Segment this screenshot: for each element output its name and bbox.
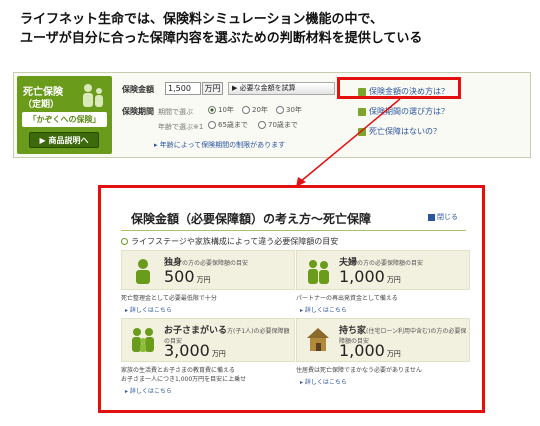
modal-subtitle: ライフステージや家族構成によって違う必要保障額の目安 xyxy=(121,236,338,247)
details-link[interactable]: ▸ 詳しくはこちら xyxy=(300,305,347,314)
amount-value: 500 xyxy=(164,267,195,286)
modal-title: 保険金額（必要保障額）の考え方〜死亡保障 xyxy=(131,212,372,226)
amount-guide-modal: 保険金額（必要保障額）の考え方〜死亡保障 閉じる ライフステージや家族構成によっ… xyxy=(98,185,485,413)
details-link[interactable]: ▸ 詳しくはこちら xyxy=(125,305,172,314)
card-description: 家族の生活費とお子さまの教育費に備えるお子さま一人につき1,000万円を目安に上… xyxy=(121,366,246,384)
card-amount: 1,000 万円 xyxy=(339,267,401,286)
card-heading-rest: の方の必要保障額の目安 xyxy=(182,260,249,267)
amount-unit: 万円 xyxy=(211,350,226,358)
close-button[interactable]: 閉じる xyxy=(428,212,458,222)
card-description: 死亡整理金として必要最低限で十分 xyxy=(121,295,217,302)
amount-unit: 万円 xyxy=(196,276,211,284)
card-heading-rest: の方の必要保障額の目安 xyxy=(357,260,424,267)
card-with-children: お子さまがいる方(子1人)の必要保障額の目安 3,000 万円 xyxy=(121,318,295,362)
card-couple: 夫婦の方の必要保障額の目安 1,000 万円 xyxy=(296,250,470,290)
close-icon xyxy=(428,213,435,221)
amount-value: 1,000 xyxy=(339,341,385,360)
amount-value: 3,000 xyxy=(164,341,210,360)
circle-icon xyxy=(121,238,128,245)
details-link[interactable]: ▸ 詳しくはこちら xyxy=(125,386,172,395)
house-icon xyxy=(307,328,329,351)
amount-value: 1,000 xyxy=(339,267,385,286)
card-single: 独身の方の必要保障額の目安 500 万円 xyxy=(121,250,295,290)
details-link[interactable]: ▸ 詳しくはこちら xyxy=(300,377,347,386)
card-amount: 500 万円 xyxy=(164,267,211,286)
card-heading-strong: お子さまがいる xyxy=(164,326,228,336)
card-description: パートナーの再出発資金として備える xyxy=(296,295,398,302)
divider xyxy=(121,230,466,231)
card-amount: 3,000 万円 xyxy=(164,341,226,360)
modal-subtitle-text: ライフステージや家族構成によって違う必要保障額の目安 xyxy=(131,237,339,246)
couple-icon xyxy=(308,260,329,284)
amount-unit: 万円 xyxy=(386,350,401,358)
card-description: 住居費は死亡保障でまかなう必要がありません xyxy=(296,367,422,374)
amount-unit: 万円 xyxy=(386,276,401,284)
card-homeowner: 持ち家(住宅ローン利用中含む)の方の必要保障額の目安 1,000 万円 xyxy=(296,318,470,362)
close-label: 閉じる xyxy=(437,213,458,221)
card-heading-strong: 持ち家 xyxy=(339,326,367,336)
card-description-line1: 家族の生活費とお子さまの教育費に備える xyxy=(121,367,235,374)
card-amount: 1,000 万円 xyxy=(339,341,401,360)
single-person-icon xyxy=(136,259,150,284)
card-description-line2: お子さま一人につき1,000万円を目安に上乗せ xyxy=(121,376,247,383)
family-icon xyxy=(132,328,154,352)
